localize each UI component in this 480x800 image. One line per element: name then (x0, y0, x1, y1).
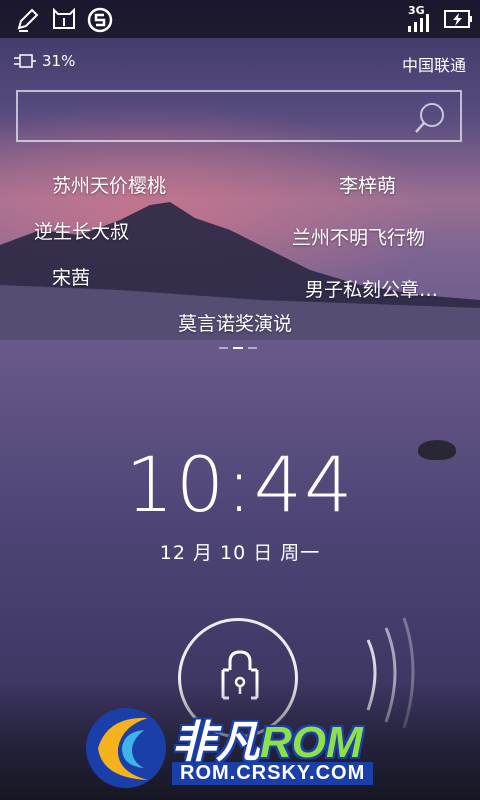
carrier-name: 中国联通 (401, 56, 466, 75)
watermark-brand-rom: ROM (260, 718, 363, 767)
s-logo-icon[interactable] (86, 6, 114, 34)
clock-date: 12 月 10 日 周一 (159, 542, 321, 564)
hot-keyword[interactable]: 莫言诺奖演说 (178, 309, 292, 336)
battery-plug-icon (14, 54, 36, 68)
page-indicator (219, 347, 257, 349)
page-dot (219, 347, 228, 349)
search-icon[interactable] (412, 100, 448, 136)
hot-keyword[interactable]: 宋茜 (52, 263, 90, 290)
signal-icon (408, 14, 429, 32)
watermark-url: ROM.CRSKY.COM (172, 762, 374, 785)
edit-icon[interactable] (14, 6, 42, 34)
hot-keyword[interactable]: 兰州不明飞行物 (292, 223, 425, 250)
hot-keyword[interactable]: 李梓萌 (339, 171, 396, 198)
hot-keyword[interactable]: 苏州天价樱桃 (52, 171, 166, 198)
status-bar: 3G (0, 0, 480, 38)
hot-keyword[interactable]: 逆生长大叔 (34, 217, 129, 244)
hot-keyword[interactable]: 男子私刻公章… (305, 275, 438, 302)
brand-logo-icon (86, 708, 166, 788)
watermark: 非凡ROM ROM.CRSKY.COM (78, 700, 408, 796)
page-dot (248, 347, 257, 349)
cat-icon[interactable] (50, 6, 78, 34)
battery-charging-icon (444, 10, 472, 28)
clock-time: 10:44 (125, 440, 355, 529)
battery-percent: 31% (42, 52, 76, 70)
watermark-brand-cn: 非凡 (172, 718, 260, 767)
search-input[interactable] (16, 90, 462, 142)
watermark-brand: 非凡ROM (172, 706, 363, 770)
battery-indicator: 31% (14, 52, 75, 70)
page-dot-active (233, 347, 243, 349)
